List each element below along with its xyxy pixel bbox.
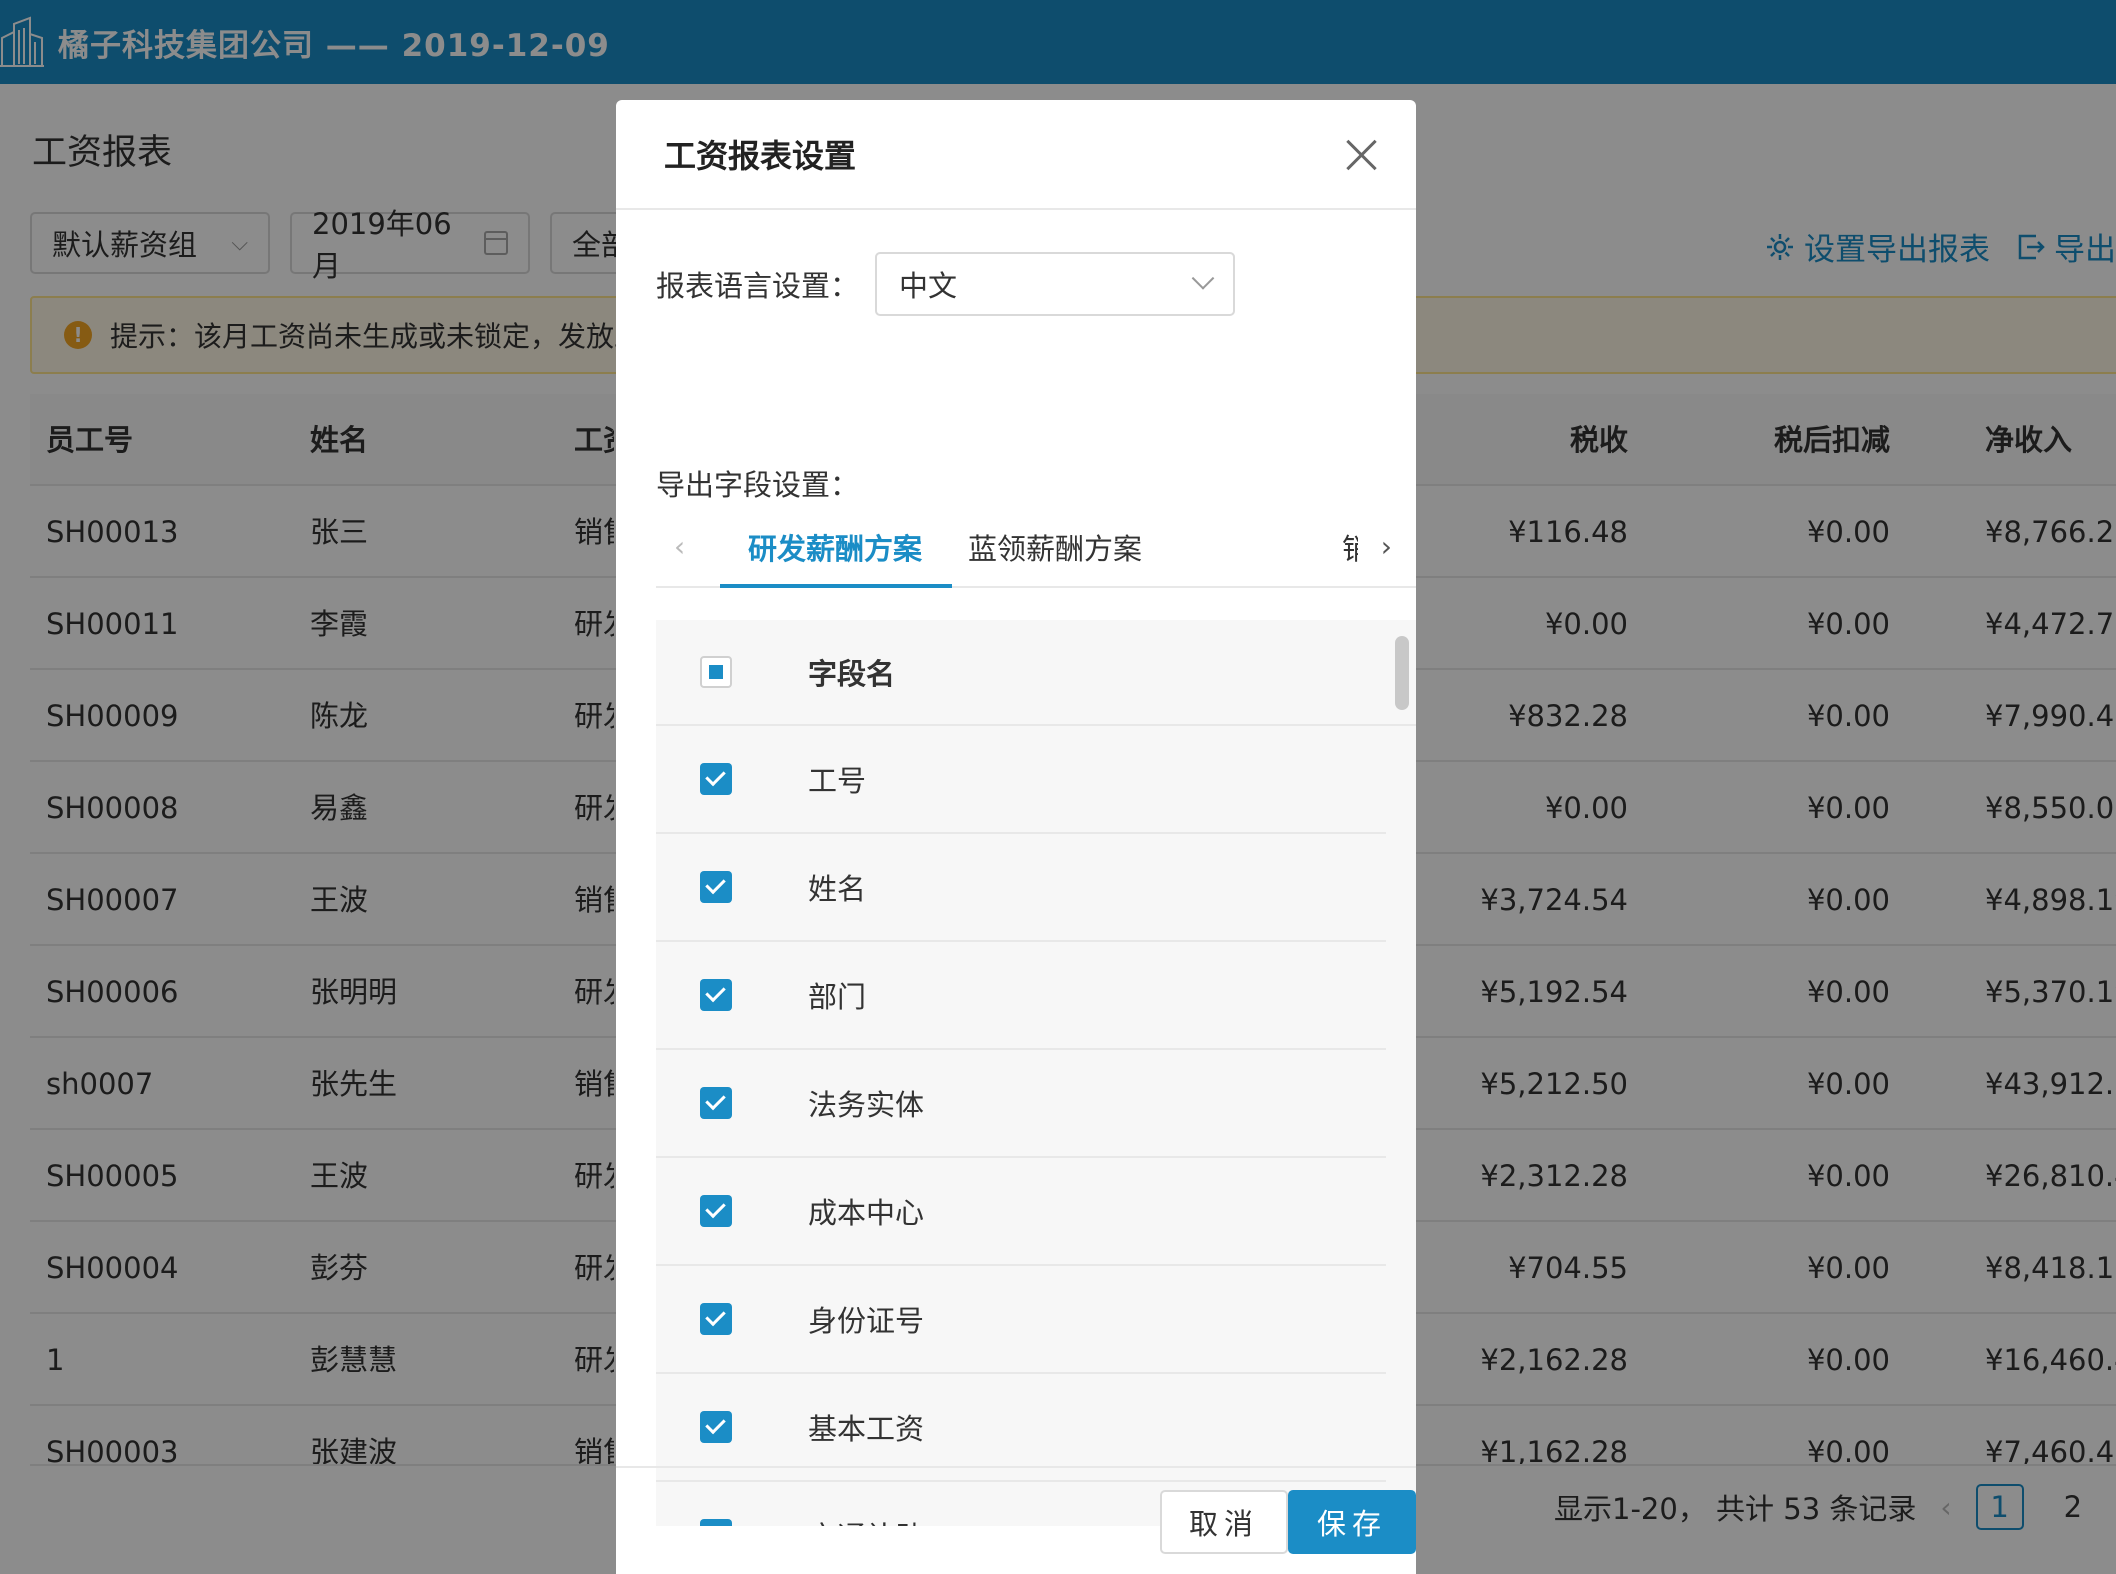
field-label: 部门 [808, 980, 867, 1014]
language-select[interactable]: 中文 [875, 252, 1236, 316]
tab-rd-scheme[interactable]: 研发薪酬方案 [748, 526, 922, 568]
language-setting-row: 报表语言设置： 中文 [656, 252, 1236, 316]
field-label: 成本中心 [808, 1196, 925, 1230]
tab-next-icon[interactable]: › [1381, 530, 1392, 563]
field-label: 身份证号 [808, 1304, 925, 1338]
modal-title: 工资报表设置 [664, 137, 857, 175]
tab-bluecollar-scheme[interactable]: 蓝领薪酬方案 [968, 526, 1142, 568]
tab-sales-scheme[interactable]: 销售薪酬方案 [1342, 526, 1358, 568]
field-row[interactable]: 姓名 [656, 834, 1386, 942]
close-icon[interactable] [1344, 138, 1378, 172]
field-row[interactable]: 身份证号 [656, 1266, 1386, 1374]
field-checkbox[interactable] [700, 1087, 732, 1119]
field-checkbox[interactable] [700, 1519, 732, 1526]
field-checkbox[interactable] [700, 763, 732, 795]
chevron-down-icon [1191, 267, 1215, 290]
field-list-header: 字段名 [656, 620, 1416, 726]
field-list-scrollbar[interactable] [1395, 636, 1409, 710]
select-all-checkbox[interactable] [700, 656, 732, 688]
field-checkbox[interactable] [700, 979, 732, 1011]
field-row[interactable]: 成本中心 [656, 1158, 1386, 1266]
field-checkbox[interactable] [700, 1303, 732, 1335]
field-label: 工号 [808, 764, 867, 798]
modal-footer [616, 1466, 1416, 1468]
field-checkbox[interactable] [700, 1411, 732, 1443]
field-row[interactable]: 部门 [656, 942, 1386, 1050]
field-header-label: 字段名 [808, 657, 896, 691]
cancel-button[interactable]: 取消 [1160, 1490, 1288, 1554]
modal-header: 工资报表设置 [616, 100, 1416, 210]
field-label: 法务实体 [808, 1088, 925, 1122]
field-checkbox[interactable] [700, 871, 732, 903]
language-value: 中文 [899, 269, 958, 303]
field-row[interactable]: 法务实体 [656, 1050, 1386, 1158]
scheme-tabs: ‹ 研发薪酬方案 蓝领薪酬方案 销售薪酬方案 › [656, 510, 1416, 588]
field-label: 交通补助 [808, 1482, 924, 1526]
language-label: 报表语言设置： [656, 269, 860, 303]
field-checkbox[interactable] [700, 1195, 732, 1227]
tab-prev-icon[interactable]: ‹ [674, 530, 685, 563]
field-label: 姓名 [808, 872, 867, 906]
field-label: 基本工资 [808, 1412, 925, 1446]
save-button[interactable]: 保存 [1288, 1490, 1416, 1554]
active-tab-indicator [720, 584, 952, 588]
fields-setting-label: 导出字段设置： [656, 468, 860, 502]
field-list: 字段名 工号姓名部门法务实体成本中心身份证号基本工资交通补助 [656, 620, 1416, 1526]
field-rows: 工号姓名部门法务实体成本中心身份证号基本工资交通补助 [656, 726, 1416, 1526]
field-row[interactable]: 工号 [656, 726, 1386, 834]
